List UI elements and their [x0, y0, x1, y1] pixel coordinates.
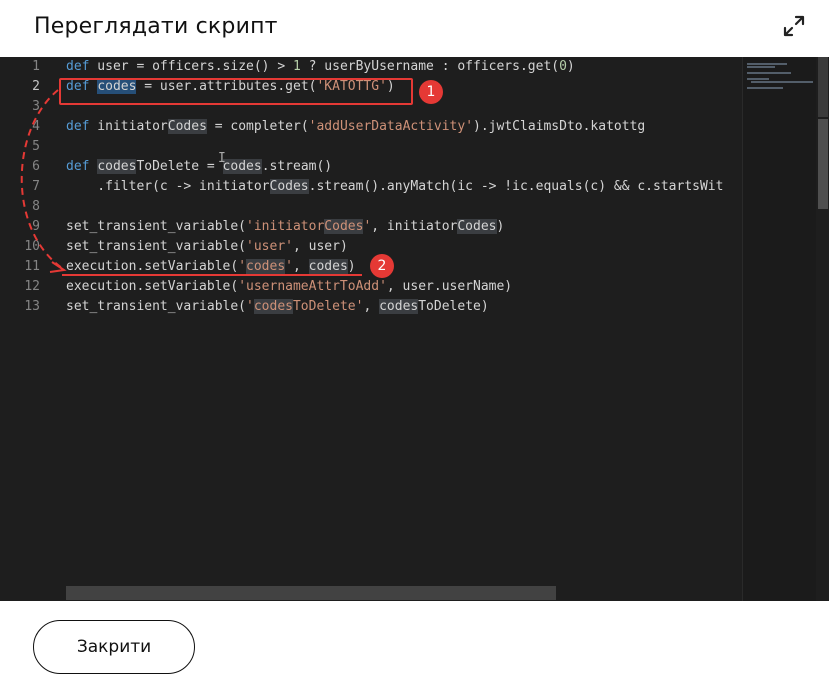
line-number: 9	[32, 219, 40, 234]
line-number: 8	[32, 199, 40, 214]
line-number: 3	[32, 99, 40, 114]
dialog-title: Переглядати скрипт	[34, 14, 278, 39]
minimap[interactable]	[742, 57, 817, 601]
line-number: 13	[24, 299, 40, 314]
scrollbar-track-marker	[818, 57, 828, 117]
line-number: 5	[32, 139, 40, 154]
minimap-line	[747, 63, 787, 65]
line-number: 12	[24, 279, 40, 294]
code-line: execution.setVariable('usernameAttrToAdd…	[66, 279, 513, 294]
code-line: .filter(c -> initiatorCodes.stream().any…	[66, 179, 724, 194]
scrollbar-thumb[interactable]	[818, 119, 828, 209]
line-number: 10	[24, 239, 40, 254]
line-number: 11	[24, 259, 40, 274]
code-line: def initiatorCodes = completer('addUserD…	[66, 119, 646, 134]
line-number: 2	[32, 79, 40, 94]
minimap-line	[751, 81, 813, 83]
code-line: def codesToDelete = codes.stream()	[66, 159, 333, 174]
vertical-scrollbar[interactable]	[816, 57, 829, 601]
minimap-line	[747, 66, 775, 68]
code-line: set_transient_variable('initiatorCodes',…	[66, 219, 505, 234]
code-editor[interactable]: 1 2 3 4 5 6 7 8 9 10 11 12 13 def user =…	[0, 57, 829, 601]
minimap-line	[747, 87, 783, 89]
line-number: 1	[32, 59, 40, 74]
line-number: 7	[32, 179, 40, 194]
close-button[interactable]: Закрити	[33, 620, 195, 674]
minimap-line	[747, 72, 791, 74]
horizontal-scrollbar[interactable]	[66, 586, 556, 600]
line-number-gutter: 1 2 3 4 5 6 7 8 9 10 11 12 13	[0, 57, 48, 601]
code-area[interactable]: def user = officers.size() > 1 ? userByU…	[66, 57, 738, 601]
code-line: set_transient_variable('user', user)	[66, 239, 348, 254]
annotation-box	[59, 78, 413, 105]
minimap-line	[747, 78, 769, 80]
line-number: 4	[32, 119, 40, 134]
annotation-underline	[62, 274, 362, 276]
code-line: def user = officers.size() > 1 ? userByU…	[66, 59, 575, 74]
text-cursor-icon: I	[218, 151, 226, 166]
annotation-badge-1: 1	[419, 80, 443, 104]
code-line: set_transient_variable('codesToDelete', …	[66, 299, 489, 314]
expand-arrows-icon[interactable]	[782, 14, 806, 38]
annotation-badge-2: 2	[370, 254, 394, 278]
line-number: 6	[32, 159, 40, 174]
